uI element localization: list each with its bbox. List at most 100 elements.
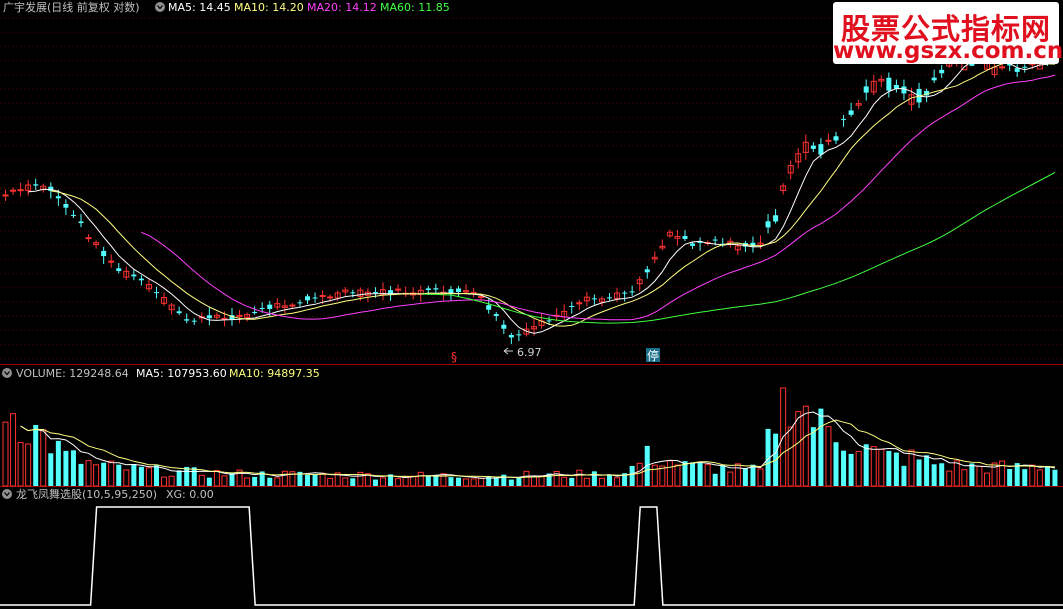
volume-bar: [1036, 469, 1043, 487]
candle-body: [901, 86, 907, 94]
candle-body: [501, 324, 507, 329]
stock-title: 广宇发展(日线 前复权 对数): [3, 0, 140, 14]
candle-body: [1014, 68, 1020, 72]
candle-body: [17, 189, 24, 192]
volume-bar: [395, 478, 402, 487]
volume-bar: [456, 477, 461, 486]
candle-body: [818, 144, 824, 155]
low-annotation: 6.97: [503, 346, 542, 359]
volume-bar: [569, 477, 575, 486]
candle-body: [433, 288, 439, 290]
volume-bar: [85, 460, 92, 487]
volume-bar: [720, 465, 726, 486]
volume-bar: [327, 477, 334, 487]
volume-bar: [908, 449, 915, 487]
candle-body: [773, 215, 779, 222]
volume-bar: [342, 477, 349, 487]
candle-body: [350, 292, 356, 294]
volume-bar: [516, 477, 522, 486]
volume-bar: [168, 475, 175, 487]
volume-bar: [818, 408, 824, 486]
price-gridlines: [0, 17, 1063, 360]
candle-body: [267, 304, 273, 309]
volume-bar: [848, 453, 854, 486]
volume-bar: [116, 464, 122, 486]
volume-bar: [583, 477, 590, 487]
stock-chart[interactable]: 广宇发展(日线 前复权 对数) MA5: 14.45 MA10: 14.20 M…: [0, 0, 1063, 609]
volume-bar: [305, 474, 310, 486]
volume-bar: [704, 464, 711, 487]
ma10-line: [50, 61, 1056, 327]
indicator-title: 龙飞凤舞选股(10,5,95,250): [16, 488, 157, 501]
volume-bar: [953, 460, 960, 487]
volume-bar: [274, 477, 281, 487]
candle-body: [1022, 66, 1028, 68]
volume-bar: [176, 470, 182, 486]
volume-bar: [145, 467, 152, 487]
volume-bar: [433, 475, 439, 486]
volume-bar: [961, 469, 968, 487]
ma20-label: MA20: 14.12: [307, 1, 377, 14]
volume-bar: [380, 477, 386, 487]
volume-bar: [70, 450, 76, 486]
volume-bar: [802, 405, 809, 487]
volume-bar: [561, 476, 568, 487]
candle-body: [206, 315, 212, 319]
volume-bar: [1029, 464, 1036, 487]
volume-bar: [410, 475, 417, 487]
candle-body: [33, 184, 39, 186]
volume-bar: [787, 426, 794, 487]
volume-bar: [93, 464, 100, 487]
indicator-header: 龙飞凤舞选股(10,5,95,250) XG: 0.00: [2, 488, 214, 501]
volume-bar: [999, 460, 1006, 487]
volume-settings-icon[interactable]: [2, 368, 12, 378]
volume-bar: [750, 464, 756, 486]
volume-bar: [598, 477, 605, 487]
volume-bar: [48, 453, 54, 486]
volume-bar: [795, 411, 802, 487]
candle-body: [55, 196, 61, 199]
volume-bars: [2, 387, 1058, 487]
volume-bar: [916, 459, 922, 486]
volume-bar: [712, 473, 718, 486]
volume-bar: [644, 445, 650, 486]
volume-bar: [312, 474, 318, 486]
volume-bar: [206, 477, 212, 486]
volume-bar: [101, 462, 107, 486]
volume-bar: [946, 470, 953, 487]
candle-body: [493, 314, 499, 316]
ma20-line: [141, 74, 1056, 321]
candle-body: [395, 288, 402, 291]
volume-bar: [674, 464, 681, 487]
volume-header: VOLUME: 129248.64 MA5: 107953.60 MA10: 9…: [2, 367, 320, 380]
volume-bar: [448, 477, 454, 486]
volume-bar: [221, 475, 228, 487]
candle-body: [810, 145, 816, 149]
candle-body: [591, 298, 597, 300]
candle-body: [101, 250, 107, 257]
ma60-label: MA60: 11.85: [380, 1, 450, 14]
volume-bar: [523, 470, 530, 487]
candle-body: [478, 295, 485, 298]
arrow-left-icon: [503, 347, 513, 355]
price-header: 广宇发展(日线 前复权 对数) MA5: 14.45 MA10: 14.20 M…: [3, 0, 450, 14]
volume-bar: [924, 455, 930, 486]
volume-bar: [855, 450, 862, 487]
candle-body: [576, 302, 583, 305]
volume-bar: [425, 475, 431, 486]
volume-bar: [244, 477, 251, 487]
volume-bar: [281, 470, 288, 487]
volume-bar: [734, 463, 741, 487]
candle-body: [184, 319, 190, 321]
volume-bar: [123, 469, 130, 487]
volume-bar: [350, 478, 356, 486]
indicator-settings-icon[interactable]: [2, 489, 12, 499]
ma5-line: [28, 59, 1056, 334]
volume-bar: [886, 450, 892, 486]
volume-bar: [10, 413, 17, 487]
volume-bar: [252, 476, 258, 486]
volume-bar: [614, 477, 621, 487]
candle-body: [10, 189, 17, 192]
settings-circle-icon[interactable]: [155, 2, 165, 12]
volume-ma5-label: MA5: 107953.60: [136, 367, 227, 380]
